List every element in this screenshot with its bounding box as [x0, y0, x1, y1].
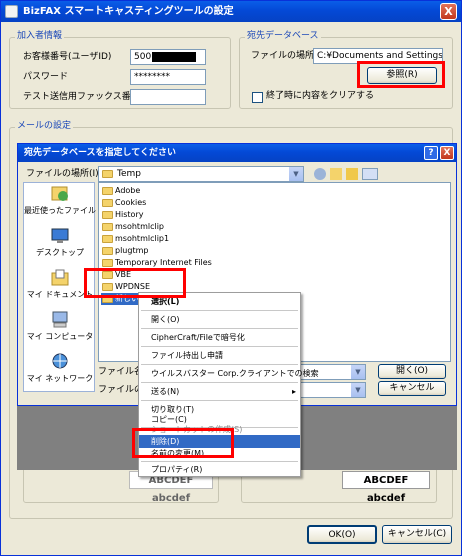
place-documents[interactable]: マイ ドキュメント [24, 269, 96, 307]
folder-icon [102, 271, 113, 279]
recent-files-icon [51, 186, 68, 201]
dialog-title: 宛先データベースを指定してください [24, 148, 177, 158]
my-documents-icon [51, 269, 69, 286]
views-icon[interactable] [362, 168, 378, 180]
folder-icon [102, 247, 113, 255]
menu-item-properties[interactable]: プロパティ(R) [139, 463, 300, 476]
chevron-down-icon[interactable]: ▼ [351, 383, 365, 397]
test-fax-input[interactable] [130, 89, 206, 105]
list-item[interactable]: VBE [101, 269, 131, 281]
right-sample-text: ABCDEF abcdef [342, 471, 430, 504]
menu-separator [141, 310, 298, 311]
list-item[interactable]: msohtmlclip1 [101, 233, 169, 245]
place-computer[interactable]: マイ コンピュータ [24, 311, 96, 349]
menu-item-select[interactable]: 選択(L) [139, 295, 300, 308]
context-menu: 選択(L) 開く(O) CipherCraft/Fileで暗号化 ファイル持出し… [138, 292, 319, 477]
place-network[interactable]: マイ ネットワーク [24, 353, 96, 391]
customer-id-label: お客様番号(ユーザID) [23, 52, 112, 62]
list-item[interactable]: msohtmlclip [101, 221, 164, 233]
help-icon[interactable]: ? [424, 146, 438, 160]
dialog-open-button[interactable]: 開く(O) [378, 364, 446, 379]
menu-item-send-to[interactable]: 送る(N) ▸ [139, 385, 300, 398]
folder-icon [102, 187, 113, 195]
chevron-down-icon[interactable]: ▼ [289, 167, 303, 181]
my-network-icon [52, 353, 68, 369]
list-item[interactable]: Cookies [101, 197, 146, 209]
destination-heading: 宛先データベース [245, 31, 321, 42]
list-item[interactable]: Temporary Internet Files [101, 257, 212, 269]
submenu-arrow-icon: ▸ [291, 387, 296, 396]
menu-separator [141, 382, 298, 383]
menu-item-virus-scan[interactable]: ウイルスバスター Corp.クライアントでの検索 [139, 367, 319, 380]
redacted-block [152, 51, 197, 62]
menu-item-rename[interactable]: 名前の変更(M) [139, 447, 300, 460]
menu-separator [141, 461, 298, 462]
new-folder-icon[interactable] [346, 168, 358, 180]
dialog-close-icon[interactable]: X [440, 146, 454, 160]
window-titlebar: BizFAX スマートキャスティングツールの設定 X [1, 1, 461, 22]
password-input[interactable]: ******** [130, 69, 206, 85]
close-icon[interactable]: X [440, 3, 457, 20]
list-item[interactable]: Adobe [101, 185, 140, 197]
back-icon[interactable] [314, 168, 326, 180]
folder-icon [102, 235, 113, 243]
up-folder-icon[interactable] [330, 168, 342, 180]
menu-separator [141, 364, 298, 365]
file-location-input[interactable]: C:¥Documents and Settings¥y [313, 48, 443, 64]
places-bar: 最近使ったファイル デスクトップ マイ ドキュメント マイ コンピュータ マイ … [23, 182, 96, 392]
menu-item-encrypt[interactable]: CipherCraft/Fileで暗号化 [139, 331, 300, 344]
menu-separator [141, 328, 298, 329]
list-item[interactable]: History [101, 209, 143, 221]
menu-item-open[interactable]: 開く(O) [139, 313, 300, 326]
list-item[interactable]: plugtmp [101, 245, 148, 257]
folder-icon [102, 223, 113, 231]
test-fax-label: テスト送信用ファックス番号 [23, 92, 140, 102]
folder-icon [102, 259, 113, 267]
chevron-down-icon[interactable]: ▼ [351, 365, 365, 379]
ok-button[interactable]: OK(O) [307, 525, 377, 544]
folder-icon [102, 170, 113, 178]
folder-icon [102, 295, 113, 303]
clear-on-exit-label: 終了時に内容をクリアする [266, 91, 375, 101]
password-label: パスワード [23, 72, 69, 82]
browse-button[interactable]: 参照(R) [367, 67, 437, 84]
folder-icon [102, 199, 113, 207]
folder-icon [102, 211, 113, 219]
place-desktop[interactable]: デスクトップ [24, 227, 96, 265]
window-title: BizFAX スマートキャスティングツールの設定 [23, 6, 234, 17]
lookin-label: ファイルの場所(I): [26, 169, 102, 179]
dialog-cancel-button[interactable]: キャンセル [378, 381, 446, 396]
subscriber-heading: 加入者情報 [15, 31, 65, 42]
dialog-titlebar: 宛先データベースを指定してください [18, 144, 456, 162]
my-computer-icon [52, 311, 68, 328]
clear-on-exit-checkbox[interactable] [252, 92, 263, 103]
menu-separator [141, 400, 298, 401]
place-recent[interactable]: 最近使ったファイル [24, 185, 96, 223]
cancel-button[interactable]: キャンセル(C) [382, 525, 452, 544]
app-icon [5, 5, 18, 18]
lookin-combo[interactable]: Temp ▼ [98, 166, 304, 182]
folder-icon [102, 283, 113, 291]
mail-heading: メールの設定 [15, 121, 74, 132]
desktop-icon [51, 228, 69, 243]
menu-separator [141, 346, 298, 347]
file-location-label: ファイルの場所 [251, 51, 315, 61]
menu-item-export-request[interactable]: ファイル持出し申請 [139, 349, 300, 362]
customer-id-input[interactable]: 500 [130, 49, 206, 65]
